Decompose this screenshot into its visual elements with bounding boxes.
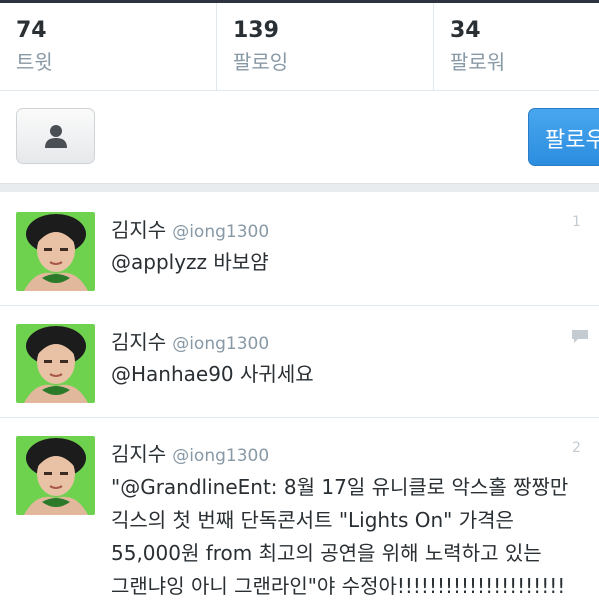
followers-label: 팔로워 (450, 50, 506, 74)
reply-bubble-icon[interactable] (570, 328, 590, 344)
section-divider (0, 183, 599, 192)
tweet-timestamp: 1 (572, 214, 581, 230)
stat-tweets[interactable]: 74 트윗 (0, 3, 217, 90)
tweet-header: 김지수 @iong1300 (111, 326, 269, 355)
tweet-text: @applyzz 바보얌 (111, 246, 599, 279)
avatar-photo (16, 212, 95, 291)
tweet-author-handle[interactable]: @iong1300 (172, 446, 269, 466)
tweet-text: "@GrandlineEnt: 8월 17일 유니클로 악스홀 짱짱만 긱스의 … (111, 471, 599, 600)
tweet-line: @Hanhae90 사귀세요 (111, 362, 314, 386)
tweet-author-name[interactable]: 김지수 (111, 330, 166, 354)
tweet-author-handle[interactable]: @iong1300 (172, 222, 269, 242)
following-label: 팔로잉 (233, 50, 289, 74)
tweet-header: 김지수 @iong1300 (111, 438, 269, 467)
tweet-item[interactable]: 김지수 @iong1300 "@GrandlineEnt: 8월 17일 유니클로… (0, 418, 599, 600)
following-count: 139 (233, 18, 279, 43)
tweet-line: 55,000원 from 최고의 공연을 위해 노력하고 있는 (111, 541, 542, 565)
profile-stats: 74 트윗 139 팔로잉 34 팔로워 (0, 3, 599, 91)
tweet-author-handle[interactable]: @iong1300 (172, 334, 269, 354)
profile-actions: 팔로우 (0, 91, 599, 183)
tweet-timestamp: 2 (572, 440, 581, 456)
person-menu-button[interactable] (16, 108, 95, 164)
stat-following[interactable]: 139 팔로잉 (217, 3, 434, 90)
tweet-author-name[interactable]: 김지수 (111, 442, 166, 466)
tweet-header: 김지수 @iong1300 (111, 214, 269, 243)
tweet-author-name[interactable]: 김지수 (111, 218, 166, 242)
avatar-photo (16, 436, 95, 515)
followers-count: 34 (450, 18, 481, 43)
tweet-count: 74 (16, 18, 47, 43)
avatar-photo (16, 324, 95, 403)
tweet-item[interactable]: 김지수 @iong1300 @Hanhae90 사귀세요 (0, 306, 599, 418)
avatar[interactable] (16, 324, 95, 403)
tweet-label: 트윗 (16, 50, 53, 74)
avatar[interactable] (16, 436, 95, 515)
avatar[interactable] (16, 212, 95, 291)
follow-button[interactable]: 팔로우 (528, 108, 599, 166)
stat-followers[interactable]: 34 팔로워 (434, 3, 599, 90)
tweet-line: 긱스의 첫 번째 단독콘서트 "Lights On" 가격은 (111, 508, 514, 532)
tweet-line: "@GrandlineEnt: 8월 17일 유니클로 악스홀 짱짱만 (111, 475, 569, 499)
tweet-line: @applyzz 바보얌 (111, 250, 269, 274)
tweet-line: 그랜냐잉 아니 그랜라인"야 수정아!!!!!!!!!!!!!!!!!!!!! (111, 574, 566, 598)
tweet-text: @Hanhae90 사귀세요 (111, 358, 599, 391)
tweet-item[interactable]: 김지수 @iong1300 @applyzz 바보얌 1 (0, 192, 599, 306)
person-icon (44, 125, 67, 148)
